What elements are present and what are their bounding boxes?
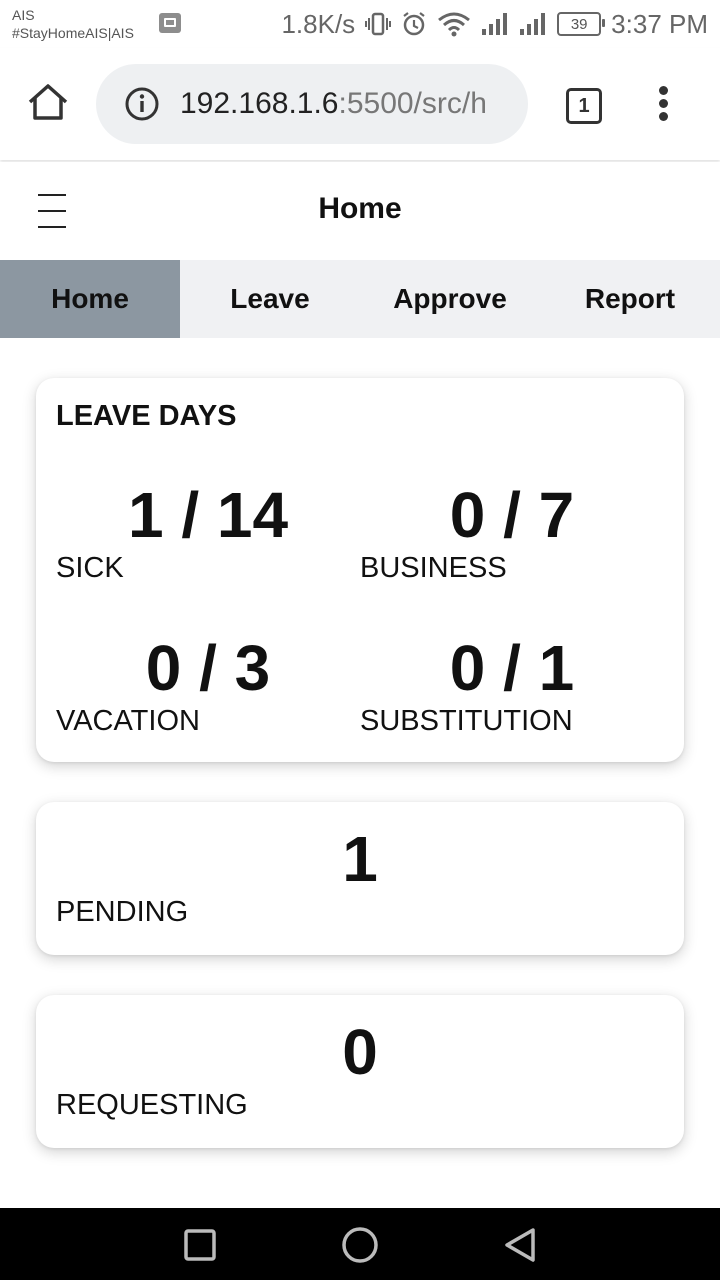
pending-label: PENDING [56,896,189,928]
tab-approve[interactable]: Approve [360,260,540,338]
home-icon[interactable] [26,82,70,122]
pending-value: 1 [342,823,378,895]
carrier-info: AIS #StayHomeAIS|AIS [12,6,134,42]
sick-label: SICK [56,552,124,584]
status-bar: AIS #StayHomeAIS|AIS 1.8K/s 39 3:37 PM [0,0,720,48]
substitution-value: 0 / 1 [449,632,575,704]
substitution-label: SUBSTITUTION [360,705,573,737]
url-path: :5500/src/h [338,87,487,120]
overflow-menu-icon[interactable] [656,86,672,122]
tab-home[interactable]: Home [0,260,180,338]
leave-days-card: LEAVE DAYS 1 / 14 SICK 0 / 7 BUSINESS 0 … [36,378,684,762]
vacation-value: 0 / 3 [145,632,271,704]
status-icons: 1.8K/s 39 3:37 PM [281,6,708,42]
tab-leave[interactable]: Leave [180,260,360,338]
carrier-hashtag: #StayHomeAIS|AIS [12,25,134,41]
requesting-card: 0 REQUESTING [36,995,684,1148]
url-host: 192.168.1.6 [180,87,339,120]
wifi-icon [438,12,471,37]
vibrate-icon [365,12,392,36]
app-header: Home [0,162,720,260]
tab-report[interactable]: Report [540,260,720,338]
info-icon[interactable] [124,86,160,122]
business-value: 0 / 7 [449,479,575,551]
signal-icon [482,13,508,35]
pending-card: 1 PENDING [36,802,684,955]
home-circle-icon[interactable] [341,1226,379,1264]
recent-apps-icon[interactable] [181,1226,219,1264]
url-text[interactable]: 192.168.1.6:5500/src/h [180,84,508,124]
clock: 3:37 PM [611,8,708,39]
tab-switcher-button[interactable]: 1 [566,88,602,124]
battery-icon: 39 [557,12,606,36]
browser-toolbar: 192.168.1.6:5500/src/h 1 [0,48,720,160]
carrier-name: AIS [12,7,35,23]
requesting-value: 0 [342,1016,378,1088]
card-title: LEAVE DAYS [56,400,237,432]
back-icon[interactable] [501,1226,539,1264]
business-label: BUSINESS [360,552,507,584]
requesting-label: REQUESTING [56,1089,248,1121]
vacation-label: VACATION [56,705,200,737]
tab-bar: Home Leave Approve Report [0,260,720,338]
sick-value: 1 / 14 [127,479,289,551]
signal-icon [520,13,546,35]
gallery-icon [159,13,181,33]
page-title: Home [318,192,402,225]
net-speed: 1.8K/s [281,8,356,39]
system-nav-bar [0,1208,720,1280]
alarm-icon [403,12,425,36]
address-bar[interactable]: 192.168.1.6:5500/src/h [96,64,528,144]
